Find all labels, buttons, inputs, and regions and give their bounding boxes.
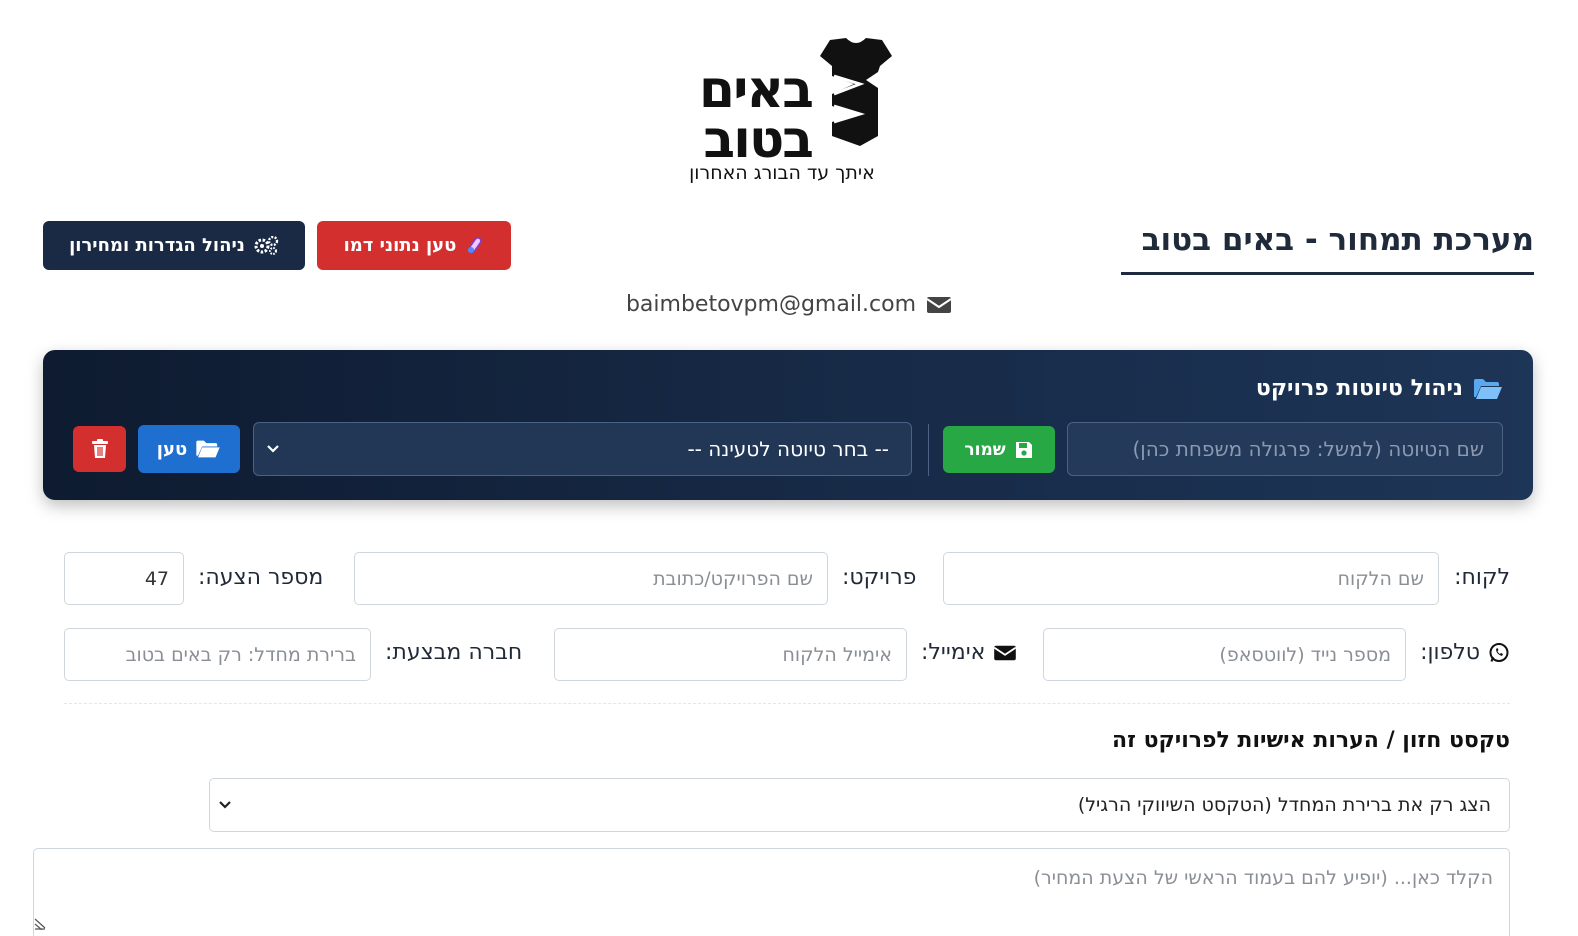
delete-draft-button[interactable] <box>73 426 126 472</box>
company-input[interactable] <box>64 628 371 681</box>
draft-name-input[interactable] <box>1067 422 1503 476</box>
draft-panel-title: ניהול טיוטות פרויקט <box>1256 376 1503 401</box>
logo-tagline: איתך עד הבורג האחרון <box>689 162 875 184</box>
whatsapp-icon <box>1489 642 1509 662</box>
demo-button-label: טען נתוני דמו <box>343 235 457 256</box>
phone-input[interactable] <box>1043 628 1406 681</box>
project-label: פרויקט: <box>842 565 917 590</box>
draft-select-value: -- בחר טיוטה לטעינה -- <box>687 437 889 461</box>
quote-number-input[interactable] <box>64 552 184 605</box>
resize-grip-icon[interactable] <box>34 916 46 930</box>
settings-button-label: ניהול הגדרות ומחירון <box>69 235 245 256</box>
email-label: אימייל: <box>921 640 1017 665</box>
page-title: מערכת תמחור - באים בטוב <box>1121 222 1534 275</box>
load-demo-data-button[interactable]: טען נתוני דמו <box>317 221 511 270</box>
client-name-input[interactable] <box>943 552 1439 605</box>
save-draft-button[interactable]: שמור <box>943 426 1055 473</box>
contact-email-text[interactable]: baimbetovpm@gmail.com <box>626 292 916 317</box>
email-label-text: אימייל: <box>921 640 986 665</box>
draft-title-text: ניהול טיוטות פרויקט <box>1255 376 1463 401</box>
gears-icon <box>254 235 279 255</box>
save-button-label: שמור <box>964 439 1006 460</box>
personal-notes-textarea[interactable] <box>33 848 1510 936</box>
vision-select-value: הצג רק את ברירת המחדל (הטקסט השיווקי הרג… <box>1077 794 1491 816</box>
trash-icon <box>91 439 108 458</box>
client-email-input[interactable] <box>554 628 907 681</box>
project-name-input[interactable] <box>354 552 828 605</box>
folder-open-icon <box>1474 378 1502 399</box>
load-button-label: טען <box>156 438 188 460</box>
shirt-bolt-logo-icon <box>820 38 892 146</box>
folder-open-icon <box>196 440 220 458</box>
logo-word-1: באים <box>698 60 814 120</box>
company-label: חברה מבצעת: <box>385 640 523 665</box>
settings-pricing-button[interactable]: ניהול הגדרות ומחירון <box>43 221 305 270</box>
vision-section-heading: טקסט חזון / הערות אישיות לפרויקט זה <box>1112 728 1510 753</box>
envelope-icon <box>926 296 952 313</box>
chevron-down-icon <box>219 801 231 809</box>
form-divider <box>64 703 1510 704</box>
load-draft-button[interactable]: טען <box>138 425 240 473</box>
logo-word-2: בטוב <box>703 110 814 170</box>
phone-label-text: טלפון: <box>1420 640 1480 665</box>
brand-logo: באים בטוב איתך עד הבורג האחרון <box>682 34 896 188</box>
client-label: לקוח: <box>1454 565 1510 590</box>
draft-select-dropdown[interactable]: -- בחר טיוטה לטעינה -- <box>253 422 912 476</box>
vision-text-select[interactable]: הצג רק את ברירת המחדל (הטקסט השיווקי הרג… <box>209 778 1510 832</box>
envelope-icon <box>994 645 1017 660</box>
chevron-down-icon <box>267 445 279 453</box>
test-tube-icon <box>468 236 483 253</box>
draft-management-panel: ניהול טיוטות פרויקט שמור -- בחר טיוטה לט… <box>43 350 1533 500</box>
quote-number-label: מספר הצעה: <box>198 565 324 590</box>
floppy-icon <box>1015 441 1032 458</box>
panel-divider <box>928 424 929 476</box>
phone-label: טלפון: <box>1420 640 1510 665</box>
contact-email: baimbetovpm@gmail.com <box>0 292 1578 317</box>
